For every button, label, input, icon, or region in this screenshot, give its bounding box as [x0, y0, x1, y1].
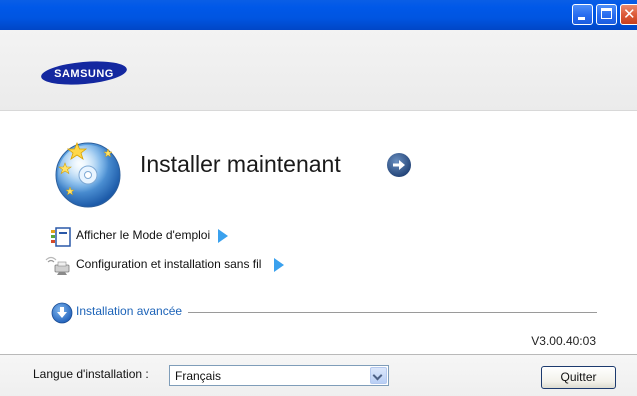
wireless-printer-icon — [45, 256, 73, 279]
quit-button[interactable]: Quitter — [541, 366, 616, 389]
svg-text:SAMSUNG: SAMSUNG — [54, 68, 114, 80]
maximize-icon — [601, 8, 612, 19]
section-divider — [188, 312, 597, 313]
installer-window: ✕ SAMSUNG Installer maintenant Afficher … — [0, 0, 637, 396]
minimize-icon — [578, 17, 585, 20]
title-bar[interactable]: ✕ — [0, 0, 637, 30]
footer-bar: Langue d'installation : Français Quitter — [0, 354, 637, 396]
samsung-logo: SAMSUNG — [40, 61, 128, 85]
maximize-button[interactable] — [596, 4, 617, 25]
manual-book-icon — [50, 227, 72, 250]
arrow-right-circle-icon[interactable] — [386, 152, 412, 178]
chevron-down-icon[interactable] — [370, 367, 387, 384]
cd-disc-stars-icon[interactable] — [50, 135, 126, 211]
advanced-install-link[interactable]: Installation avancée — [76, 304, 182, 318]
minimize-button[interactable] — [572, 4, 593, 25]
version-text: V3.00.40:03 — [531, 334, 596, 348]
close-icon: ✕ — [623, 5, 636, 23]
play-arrow-icon — [218, 229, 228, 243]
arrow-down-circle-icon[interactable] — [51, 302, 73, 324]
header-band: SAMSUNG — [0, 30, 637, 111]
manual-row[interactable]: Afficher le Mode d'emploi — [50, 227, 250, 247]
wireless-link[interactable]: Configuration et installation sans fil — [76, 257, 261, 271]
language-label: Langue d'installation : — [33, 367, 149, 381]
language-select-value: Français — [175, 369, 222, 383]
install-now-link[interactable]: Installer maintenant — [140, 151, 341, 178]
wireless-row[interactable]: Configuration et installation sans fil — [45, 256, 285, 275]
close-button[interactable]: ✕ — [620, 4, 637, 25]
manual-link[interactable]: Afficher le Mode d'emploi — [76, 228, 210, 242]
play-arrow-icon — [274, 258, 284, 272]
language-select[interactable]: Français — [169, 365, 389, 386]
